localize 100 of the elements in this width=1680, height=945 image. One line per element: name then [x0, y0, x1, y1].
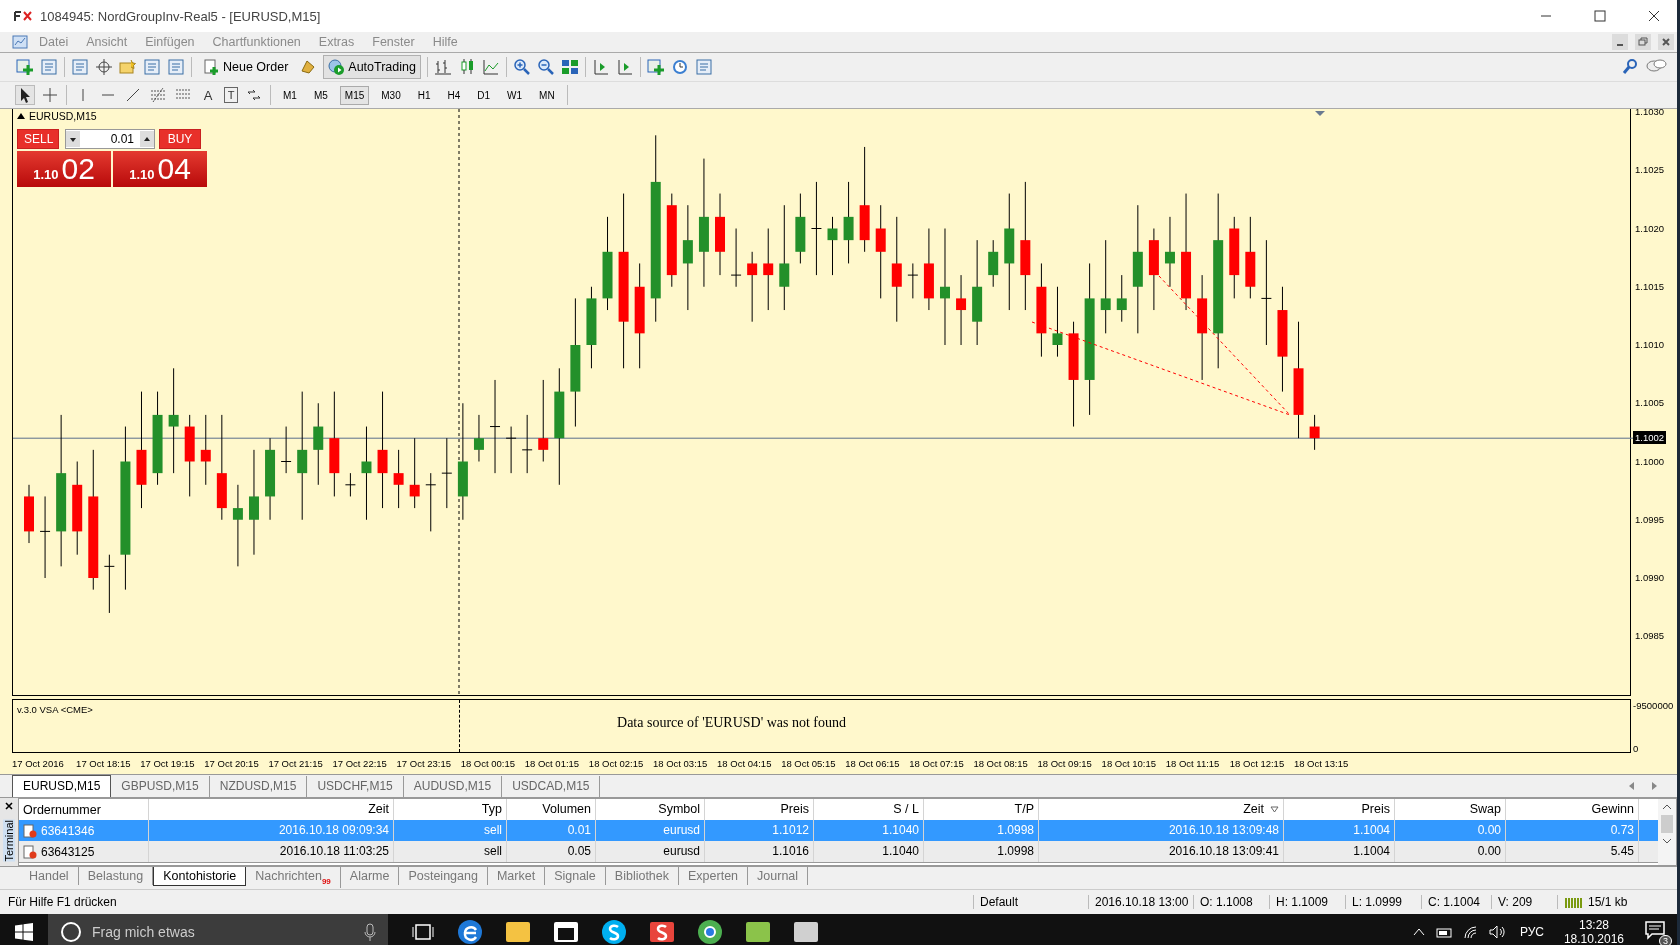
edge-icon[interactable] [457, 918, 483, 945]
status-low: L: 1.0999 [1345, 895, 1421, 909]
volume-icon[interactable] [1488, 924, 1507, 939]
cursor-icon[interactable] [16, 86, 34, 104]
terminal-tab[interactable]: Journal [748, 867, 809, 885]
task-view-icon[interactable] [412, 922, 434, 941]
bid-price[interactable]: 1.10 02 [17, 151, 111, 187]
minimize-icon[interactable] [1612, 34, 1628, 50]
status-volume: V: 209 [1491, 895, 1557, 909]
table-cell-text: 63643125 [41, 843, 95, 861]
wifi-icon[interactable] [1462, 924, 1479, 939]
decrease-icon[interactable] [66, 131, 80, 147]
timeframe-button[interactable]: M5 [308, 85, 333, 105]
price-axis-label: 1.1000 [1635, 455, 1665, 467]
chart-tab[interactable]: USDCHF,M15 [307, 776, 404, 797]
terminal-label: Terminal [3, 820, 15, 862]
buy-button[interactable]: BUY [159, 129, 201, 149]
timeframe-button[interactable]: M15 [339, 85, 370, 105]
chevron-up-icon[interactable] [1412, 926, 1425, 937]
terminal-tab[interactable]: Handel [20, 867, 79, 885]
indicator-name: v.3.0 VSA <CME> [16, 703, 94, 715]
price-axis-label: 1.1015 [1635, 280, 1665, 292]
scroll-up-icon[interactable] [1661, 803, 1673, 811]
chart-tab[interactable]: EURUSD,M15 [12, 775, 112, 797]
time-axis-label: 18 Oct 05:15 [781, 757, 837, 769]
fibonacci-icon[interactable] [149, 86, 167, 104]
timeframe-button[interactable]: W1 [502, 85, 528, 105]
skype-icon[interactable] [601, 918, 627, 945]
chart-tab[interactable]: USDCAD,M15 [502, 776, 601, 797]
tile-windows-icon[interactable] [560, 58, 579, 76]
new-chart-icon[interactable] [16, 58, 34, 76]
status-high: H: 1.1009 [1269, 895, 1345, 909]
table-cell: 1.1016 [772, 844, 809, 858]
scroll-down-icon[interactable] [1661, 837, 1673, 845]
autotrading-button[interactable]: AutoTrading [323, 55, 421, 79]
timeframe-button[interactable]: D1 [472, 85, 496, 105]
scrollbar-thumb[interactable] [1661, 815, 1673, 833]
chart-tab[interactable]: GBPUSD,M15 [111, 776, 210, 797]
timeframe-button[interactable]: H1 [412, 85, 436, 105]
timeframe-button[interactable]: MN [534, 85, 560, 105]
new-order-button[interactable]: Neue Order [198, 55, 294, 79]
clock-time[interactable]: 13:28 [1578, 917, 1609, 932]
search-box[interactable]: Frag mich etwas [48, 914, 388, 945]
candlestick [473, 414, 484, 462]
timeframe-button[interactable]: M30 [376, 85, 406, 105]
order-document-icon [23, 844, 37, 859]
clock-date[interactable]: 18.10.2016 [1563, 931, 1624, 945]
zoom-in-icon[interactable] [512, 58, 531, 76]
terminal-tab[interactable]: Experten [679, 867, 749, 885]
folder-star-icon[interactable] [119, 58, 137, 76]
order-row[interactable]: 63643125 2016.10.18 11:03:25 sell 0.05 eurusd 1.1016 1.1040 1.0998 2016.10.18 13:09:41 1.1004 0.00 5.45 [19, 841, 1658, 862]
text-label-tool[interactable]: T [224, 87, 238, 103]
table-cell: 1.1004 [1353, 823, 1390, 837]
table-cell: sell [484, 823, 502, 837]
zoom-out-icon[interactable] [536, 58, 555, 76]
search-icon[interactable] [1621, 58, 1639, 76]
close-icon[interactable] [5, 802, 13, 810]
time-axis-label: 18 Oct 09:15 [1037, 757, 1093, 769]
time-axis-label: 17 Oct 21:15 [268, 757, 324, 769]
chart-tab[interactable]: AUDUSD,M15 [403, 776, 503, 797]
clock-icon[interactable] [670, 58, 689, 76]
candlestick [441, 437, 453, 509]
scroll-right-icon[interactable] [1649, 781, 1659, 791]
notification-icon[interactable] [1644, 920, 1666, 940]
search-field[interactable]: Frag mich etwas [90, 922, 356, 941]
sell-button[interactable]: SELL [17, 129, 59, 149]
restore-icon[interactable] [1635, 34, 1651, 50]
terminal-tab[interactable]: Alarme [340, 867, 400, 885]
price-axis-label: 1.1010 [1635, 339, 1665, 350]
time-axis-label: 18 Oct 10:15 [1101, 757, 1157, 769]
terminal-tab[interactable]: Kontohistorie [153, 867, 247, 886]
microphone-icon[interactable] [364, 922, 376, 941]
line-chart-icon[interactable] [481, 58, 500, 76]
ask-price[interactable]: 1.10 04 [113, 151, 207, 187]
lot-size-field[interactable]: 0.01 [65, 129, 155, 149]
text-tool[interactable]: A [199, 87, 217, 103]
table-cell: 0.00 [1477, 823, 1501, 837]
timeframe-button[interactable]: M1 [278, 85, 302, 105]
windows-start-icon[interactable] [15, 922, 33, 941]
terminal-tab[interactable]: Nachrichten$_{99}$ [246, 867, 341, 888]
input-language[interactable]: РУС [1519, 924, 1544, 939]
bar-chart-icon[interactable] [433, 58, 452, 76]
terminal-tab[interactable]: Market [487, 867, 546, 885]
increase-icon[interactable] [140, 131, 154, 147]
terminal-tab[interactable]: Signale [545, 867, 606, 885]
timeframe-button[interactable]: H4 [442, 85, 466, 105]
scroll-left-icon[interactable] [1627, 781, 1637, 791]
maximize-icon[interactable] [1594, 10, 1606, 22]
price-axis-label: 1.0990 [1635, 572, 1665, 583]
terminal-tab[interactable]: Bibliothek [605, 867, 680, 885]
chart-shift-icon[interactable] [591, 58, 610, 76]
chart-tab[interactable]: NZDUSD,M15 [209, 776, 308, 797]
collapse-icon[interactable] [17, 113, 25, 119]
time-axis-label: 17 Oct 23:15 [396, 757, 452, 769]
crosshair-icon[interactable] [95, 58, 113, 76]
trendline-icon[interactable] [124, 86, 142, 104]
battery-icon[interactable] [1434, 925, 1453, 938]
terminal-tab[interactable]: Posteingang [399, 867, 488, 885]
chrome-icon[interactable] [697, 918, 723, 945]
close-icon[interactable] [1648, 10, 1660, 22]
